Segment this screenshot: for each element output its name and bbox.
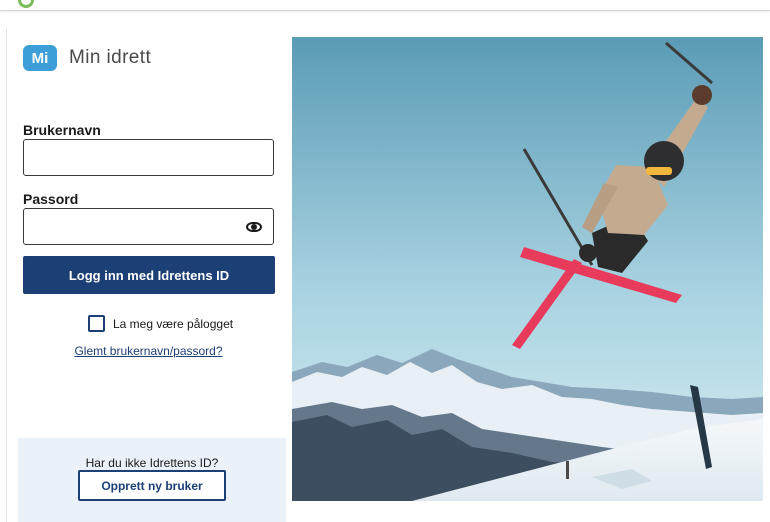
password-label: Passord (23, 191, 79, 207)
eye-icon[interactable] (246, 222, 262, 232)
login-button[interactable]: Logg inn med Idrettens ID (23, 256, 275, 294)
remember-checkbox[interactable] (88, 315, 105, 332)
brand-logo: Mi Min idrett (23, 43, 151, 73)
register-question: Har du ikke Idrettens ID? (85, 456, 219, 470)
app-corner-logo-icon (18, 0, 34, 8)
remember-me[interactable]: La meg være pålogget (88, 315, 233, 332)
skier-illustration (292, 37, 763, 501)
brand-badge-icon: Mi (23, 45, 57, 71)
browser-top-bar (0, 0, 770, 11)
login-panel: Mi Min idrett Brukernavn Passord Logg in… (6, 29, 290, 522)
brand-name: Min idrett (69, 47, 152, 68)
forgot-credentials-link[interactable]: Glemt brukernavn/passord? (7, 344, 290, 358)
password-input[interactable] (24, 209, 244, 244)
register-box: Har du ikke Idrettens ID? Opprett ny bru… (18, 438, 286, 522)
username-label: Brukernavn (23, 122, 101, 138)
create-user-button[interactable]: Opprett ny bruker (78, 470, 226, 501)
password-field-wrapper (23, 208, 274, 245)
username-input[interactable] (24, 140, 244, 175)
hero-image (292, 37, 763, 501)
username-field-wrapper (23, 139, 274, 176)
remember-label[interactable]: La meg være pålogget (113, 317, 233, 331)
